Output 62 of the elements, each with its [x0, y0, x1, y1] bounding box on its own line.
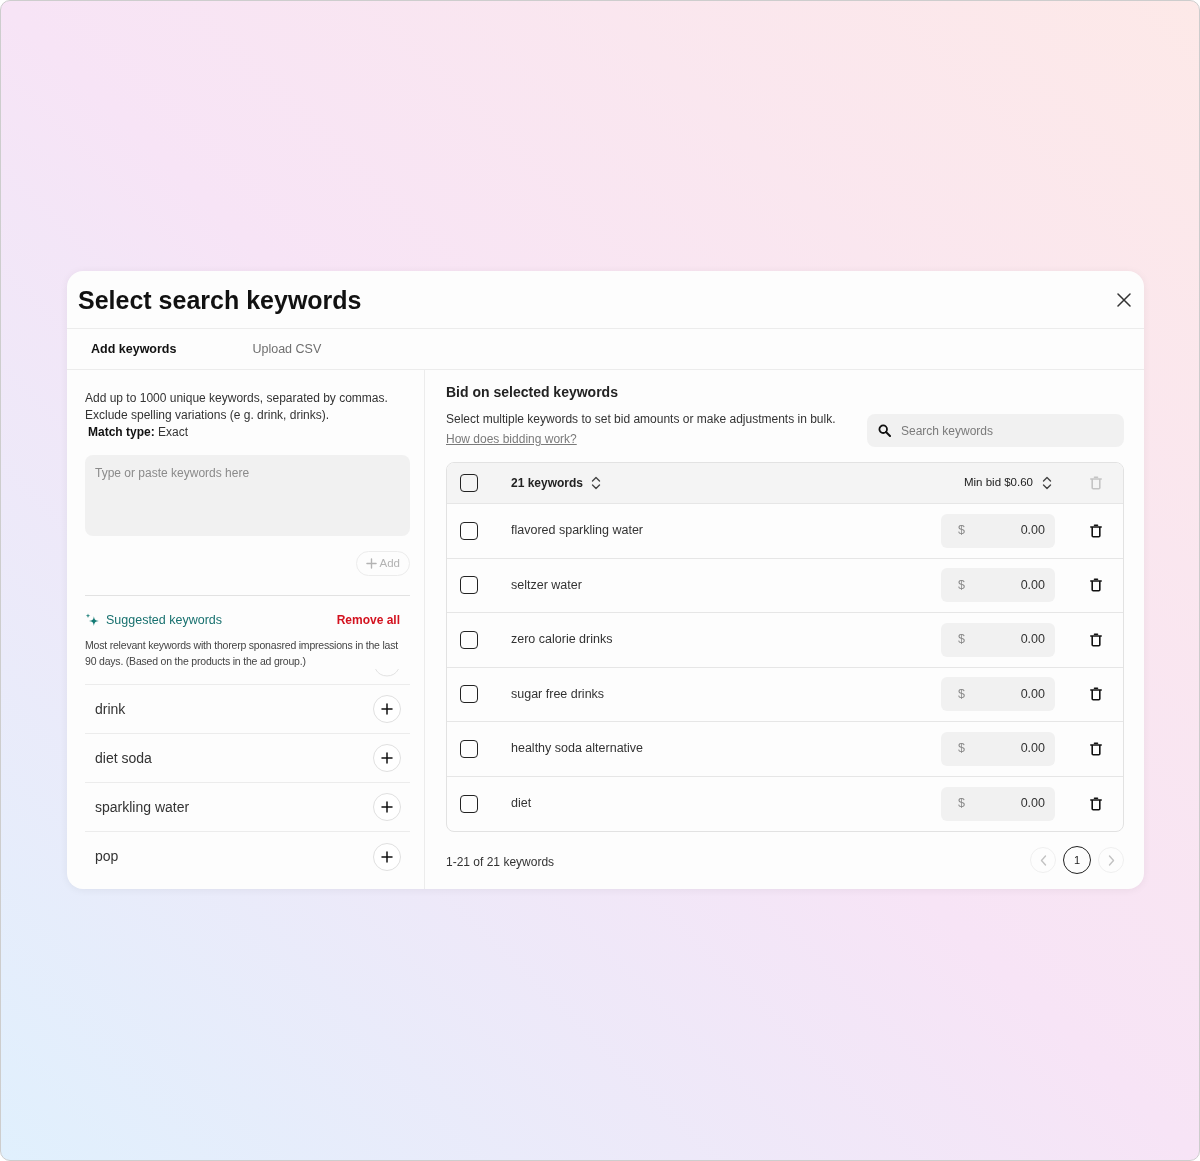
row-checkbox[interactable]	[460, 576, 478, 595]
row-checkbox[interactable]	[460, 685, 478, 704]
add-keyword-button[interactable]	[373, 695, 401, 723]
suggestion-description: Most relevant keywords with thorerp sponasred impressions in the last 90 days. (Based on the products in the ad group.)	[85, 638, 399, 669]
keyword-cell-text: diet	[511, 795, 533, 813]
trash-icon[interactable]	[1090, 741, 1102, 756]
column-header: Min bid $0.60	[963, 475, 1033, 491]
bid-field[interactable]: $ 0.00	[941, 786, 1055, 821]
section-description: Select multiple keywords to set bid amounts or make adjustments in bulk.	[446, 411, 836, 428]
sort-icon[interactable]	[1042, 476, 1052, 490]
chevron-icon	[1107, 854, 1115, 866]
keyword-cell-text: healthy soda alternative	[511, 740, 645, 758]
sort-icon[interactable]	[591, 476, 602, 490]
trash-icon[interactable]	[1090, 578, 1102, 593]
suggested-keyword: pop	[95, 847, 119, 866]
select-all-checkbox[interactable]	[460, 474, 478, 492]
add-keyword-button[interactable]	[373, 842, 401, 871]
search-field[interactable]: Search keywords	[867, 414, 1124, 447]
bid-field[interactable]: $ 0.00	[941, 731, 1055, 766]
trash-icon[interactable]	[1090, 523, 1102, 538]
section-title: Bid on selected keywords	[446, 383, 619, 402]
keyword-cell-text: sugar free drinks	[511, 685, 606, 703]
row-checkbox[interactable]	[460, 739, 478, 758]
bid-field[interactable]: $ 0.00	[941, 513, 1055, 548]
tab[interactable]: Upload CSV	[252, 341, 322, 357]
help-link[interactable]: How does bidding work?	[446, 429, 577, 449]
trash-icon[interactable]	[1090, 796, 1102, 811]
add-keyword-button[interactable]	[373, 793, 401, 821]
column-header: 21 keywords	[511, 475, 584, 492]
trash-icon[interactable]	[1090, 632, 1102, 647]
plus-icon	[381, 801, 393, 813]
remove-all-button[interactable]: Remove all	[336, 611, 400, 629]
trash-icon[interactable]	[1090, 687, 1102, 702]
plus-icon	[381, 752, 393, 764]
row-checkbox[interactable]	[460, 794, 478, 813]
close-button[interactable]	[1116, 291, 1132, 308]
keyword-cell-text: seltzer water	[511, 576, 583, 594]
keyword-cell-text: flavored sparkling water	[511, 522, 644, 540]
keyword-cell-text: zero calorie drinks	[511, 631, 614, 649]
row-checkbox[interactable]	[460, 630, 478, 649]
plus-icon	[381, 850, 393, 863]
bid-field[interactable]: $ 0.00	[941, 568, 1055, 603]
plus-icon	[365, 558, 377, 569]
plus-icon	[381, 703, 393, 715]
instruction-text: Add up to 1000 unique keywords, separated by commas.	[85, 390, 389, 407]
tab[interactable]: Add keywords	[91, 341, 177, 357]
suggested-title: Suggested keywords	[106, 611, 223, 629]
match-type-text: Match type: Exact	[87, 424, 190, 441]
suggested-keyword: sparkling water	[95, 797, 190, 817]
row-checkbox[interactable]	[460, 521, 478, 540]
chevron-icon	[1039, 854, 1047, 866]
keywords-field[interactable]: Type or paste keywords here	[85, 455, 410, 536]
bid-field[interactable]: $ 0.00	[941, 677, 1055, 712]
instruction-text: Exclude spelling variations (e g. drink, drinks).	[85, 407, 331, 424]
suggested-keyword: drink	[95, 699, 126, 719]
add-keyword-button[interactable]	[373, 744, 401, 772]
suggested-keyword: diet soda	[95, 748, 152, 768]
bid-field[interactable]: $ 0.00	[941, 622, 1055, 657]
results-count: 1-21 of 21 keywords	[446, 854, 555, 871]
search-icon	[878, 424, 891, 437]
close-icon	[1117, 292, 1131, 307]
dialog-title: Select search keywords	[78, 284, 362, 315]
